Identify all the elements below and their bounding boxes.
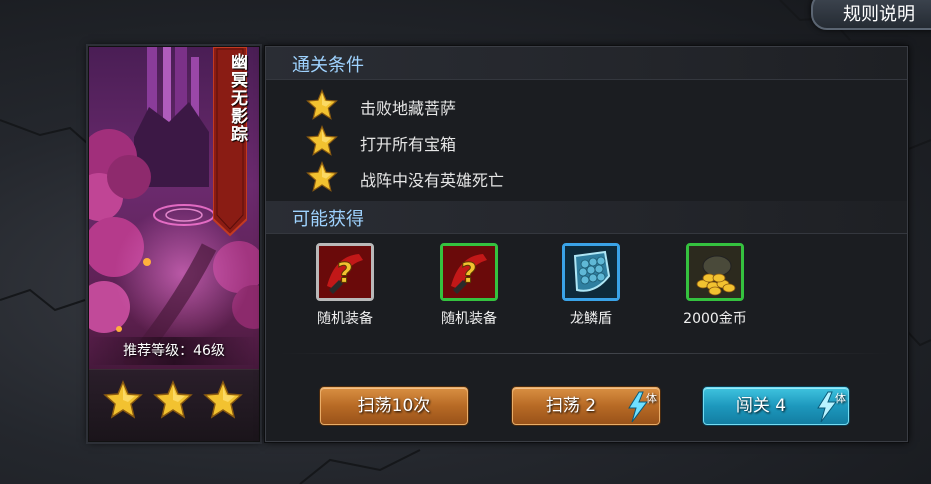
rewards-header: 可能获得 <box>266 201 907 234</box>
stage-name: 幽冥无影踪 <box>227 53 247 143</box>
gold-coins-icon <box>689 246 741 298</box>
reward-item[interactable]: 2000金币 <box>670 243 760 328</box>
reward-item[interactable]: ? 随机装备 <box>424 243 514 328</box>
random-equipment-icon: ? <box>319 246 371 298</box>
stamina-label: 体 <box>835 392 846 405</box>
conditions-header: 通关条件 <box>266 47 907 80</box>
reward-name: 龙鳞盾 <box>570 311 612 327</box>
stage-stars <box>89 369 259 441</box>
stage-card: 幽冥无影踪 推荐等级：46级 <box>88 46 260 442</box>
sweep-10-button[interactable]: 扫荡10次 <box>320 387 468 425</box>
condition-text: 战阵中没有英雄死亡 <box>360 171 505 190</box>
reward-frame: ? <box>440 243 498 301</box>
divider <box>280 353 890 354</box>
reward-name: 随机装备 <box>441 311 497 327</box>
reward-item[interactable]: ? 随机装备 <box>300 243 390 328</box>
star-icon <box>306 161 338 192</box>
star-icon <box>306 125 338 156</box>
rules-button-label: 规则说明 <box>843 4 915 25</box>
reward-name: 随机装备 <box>317 311 373 327</box>
rules-button[interactable]: 规则说明 <box>811 0 931 30</box>
recommended-level: 推荐等级：46级 <box>89 337 259 365</box>
stage-detail-panel: 通关条件 击败地藏菩萨 打开所有宝箱 战阵中没有英雄死亡 可能获得 ? 随机装备… <box>265 46 908 442</box>
star-icon <box>203 380 243 419</box>
random-equipment-icon: ? <box>443 246 495 298</box>
star-icon <box>103 380 143 419</box>
star-icon <box>153 380 193 419</box>
svg-text:?: ? <box>337 256 353 289</box>
reward-name: 2000金币 <box>683 311 747 327</box>
reward-frame <box>686 243 744 301</box>
stamina-label: 体 <box>646 392 657 405</box>
sweep-10-label: 扫荡10次 <box>357 396 431 416</box>
rewards-title: 可能获得 <box>292 209 364 230</box>
challenge-label: 闯关 4 <box>735 396 787 416</box>
conditions-title: 通关条件 <box>292 55 364 76</box>
reward-frame <box>562 243 620 301</box>
condition-text: 打开所有宝箱 <box>360 135 457 154</box>
svg-text:?: ? <box>461 256 477 289</box>
reward-frame: ? <box>316 243 374 301</box>
sweep-label: 扫荡 2 <box>545 396 597 416</box>
star-icon <box>306 89 338 120</box>
dragon-scale-shield-icon <box>565 246 617 298</box>
challenge-button[interactable]: 闯关 4 体 <box>703 387 849 425</box>
reward-item[interactable]: 龙鳞盾 <box>546 243 636 328</box>
sweep-button[interactable]: 扫荡 2 体 <box>512 387 660 425</box>
condition-text: 击败地藏菩萨 <box>360 99 457 118</box>
